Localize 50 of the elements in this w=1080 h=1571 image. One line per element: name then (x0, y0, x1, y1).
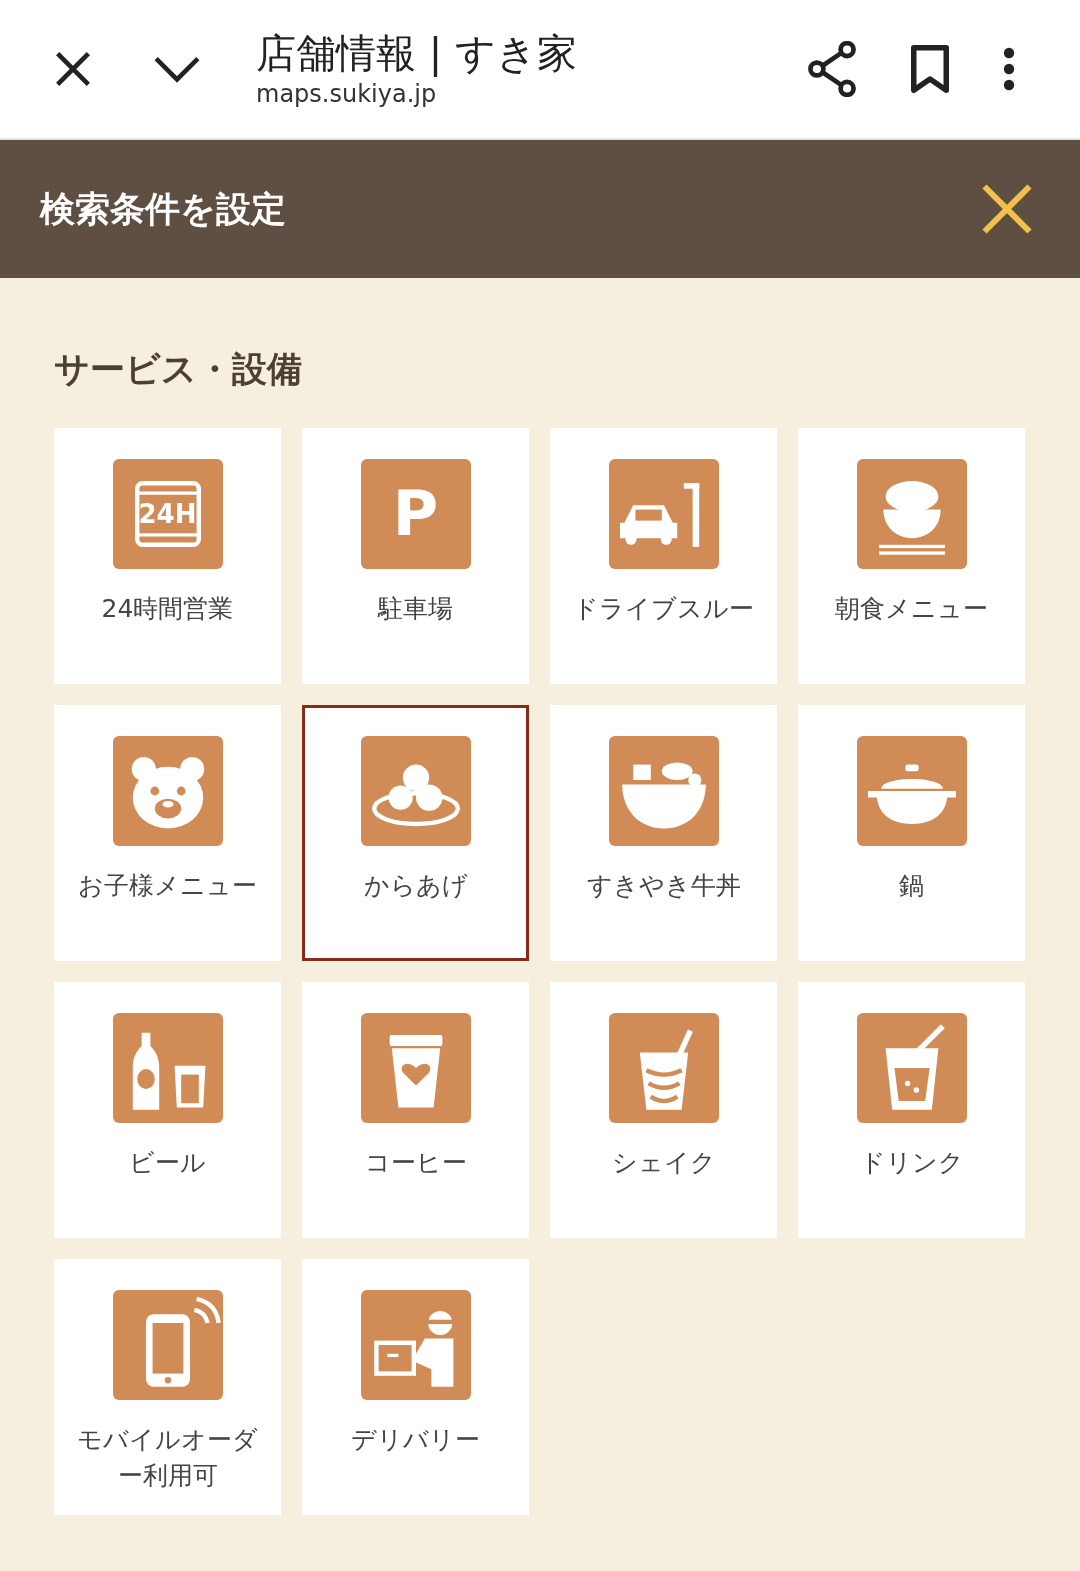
bookmark-icon[interactable] (910, 44, 950, 94)
filter-option[interactable]: すきやき牛丼 (550, 705, 777, 961)
share-icon[interactable] (806, 41, 858, 97)
smartphone-icon (112, 1290, 223, 1400)
filter-option[interactable]: ドリンク (798, 982, 1025, 1238)
filter-option[interactable]: 24H 24時間営業 (54, 428, 281, 684)
option-label: デリバリー (350, 1424, 481, 1456)
fried-chicken-icon (360, 736, 471, 846)
beef-bowl-icon (608, 736, 719, 846)
filter-option[interactable]: デリバリー (302, 1259, 529, 1515)
delivery-person-icon (360, 1290, 471, 1400)
frame-icon (134, 481, 201, 547)
option-label: コーヒー (363, 1147, 468, 1179)
option-label: お子様メニュー (77, 870, 258, 902)
filter-option[interactable]: シェイク (550, 982, 777, 1238)
filter-option[interactable]: お子様メニュー (54, 705, 281, 961)
option-label: シェイク (610, 1147, 717, 1179)
option-label: モバイルオーダー利用可 (76, 1424, 259, 1492)
filter-option[interactable]: コーヒー (302, 982, 529, 1238)
option-label: 鍋 (898, 870, 925, 902)
filter-option[interactable]: モバイルオーダー利用可 (54, 1259, 281, 1515)
pot-icon (856, 736, 967, 846)
filter-option[interactable]: ビール (54, 982, 281, 1238)
drink-glass-icon (856, 1013, 967, 1123)
filter-option[interactable]: 朝食メニュー (798, 428, 1025, 684)
beer-icon (112, 1013, 223, 1123)
option-label: 24時間営業 (100, 593, 235, 625)
bear-icon (112, 736, 223, 846)
option-label: ビール (128, 1147, 207, 1179)
icon-label: 24H (138, 501, 197, 527)
car-icon (608, 459, 719, 569)
filter-option[interactable]: P 駐車場 (302, 428, 529, 684)
option-label: 朝食メニュー (834, 593, 989, 625)
icon-label: P (392, 483, 439, 545)
section-title: サービス・設備 (54, 348, 303, 391)
page-title: 店舗情報 | すき家 (256, 29, 577, 78)
more-icon[interactable] (1002, 47, 1016, 91)
shake-cup-icon (608, 1013, 719, 1123)
page-url: maps.sukiya.jp (256, 79, 438, 110)
filter-option[interactable]: からあげ (302, 705, 529, 961)
filter-option[interactable]: ドライブスルー (550, 428, 777, 684)
option-label: からあげ (362, 870, 469, 902)
option-label: 駐車場 (376, 593, 454, 625)
coffee-cup-icon (360, 1013, 471, 1123)
filter-option[interactable]: 鍋 (798, 705, 1025, 961)
option-label: すきやき牛丼 (585, 870, 742, 902)
rice-bowl-icon (856, 459, 967, 569)
option-label: ドライブスルー (572, 593, 755, 625)
panel-title: 検索条件を設定 (40, 187, 286, 231)
option-label: ドリンク (858, 1147, 965, 1179)
